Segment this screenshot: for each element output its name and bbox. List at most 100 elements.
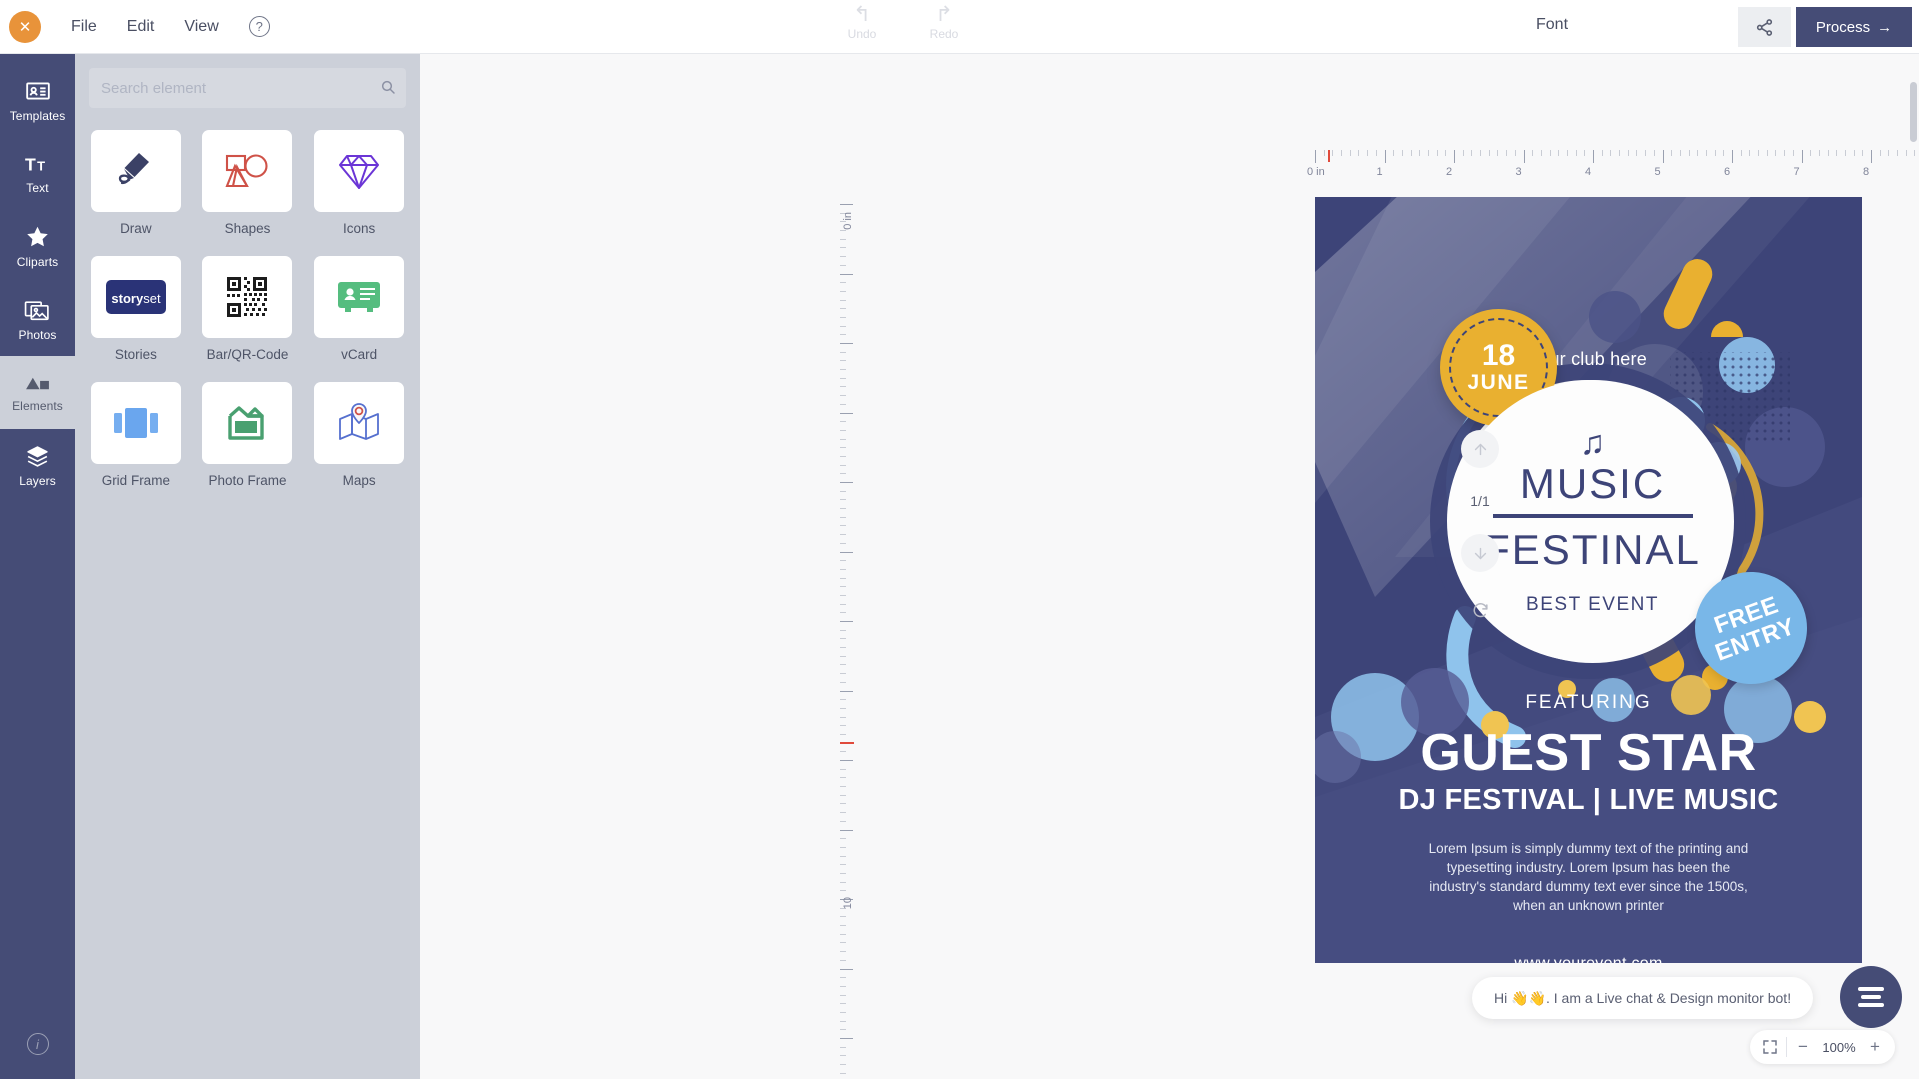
ruler-label: 3 [1515,166,1522,178]
poster-featuring[interactable]: FEATURING [1315,692,1862,714]
help-icon[interactable]: ? [248,16,270,37]
ruler-minor-tick [840,872,846,874]
element-thumb [202,382,293,464]
poster-subtitle[interactable]: DJ FESTIVAL | LIVE MUSIC [1315,784,1862,817]
poster-website[interactable]: www.yourevent.com [1315,955,1862,963]
poster-club-text[interactable]: your club here [1315,349,1862,370]
ruler-minor-tick [840,534,846,536]
sidebar-item-layers[interactable]: Layers [0,429,75,502]
refresh-icon [1473,603,1488,618]
ruler-tick [1732,150,1733,163]
ruler-minor-tick [840,334,846,336]
poster-title-music[interactable]: MUSIC [1520,460,1665,508]
page-down-button[interactable] [1461,534,1499,572]
zoom-out-button[interactable]: − [1787,1031,1819,1063]
undo-button[interactable]: ↰ Undo [838,4,886,42]
info-icon[interactable]: i [26,1033,49,1055]
ruler-minor-tick [1619,150,1621,156]
ruler-minor-tick [840,803,846,805]
photo-frame-icon [228,406,265,440]
ruler-minor-tick [840,933,846,935]
sidebar-item-cliparts[interactable]: Cliparts [0,210,75,283]
sidebar-item-label: Layers [19,473,56,488]
ruler-minor-tick [840,421,846,423]
element-card-barqrcode[interactable]: Bar/QR-Code [201,256,295,376]
ruler-minor-tick [1584,150,1586,156]
menu-edit[interactable]: Edit [127,18,155,36]
ruler-minor-tick [840,308,846,310]
vertical-scrollbar-thumb[interactable] [1910,82,1917,142]
element-thumb [90,382,181,464]
ruler-minor-tick [840,751,846,753]
search-icon[interactable] [380,79,396,95]
zoom-level-value[interactable]: 100% [1819,1040,1859,1055]
page-up-button[interactable] [1461,430,1499,468]
sidebar-item-elements[interactable]: Elements [0,342,75,443]
poster-lorem[interactable]: Lorem Ipsum is simply dummy text of the … [1424,839,1754,915]
share-icon [1756,18,1773,36]
ruler-minor-tick [1792,150,1794,156]
music-note-icon: ♫ [1579,423,1606,462]
search-input[interactable] [101,79,381,97]
sidebar-item-templates[interactable]: Templates [0,64,75,137]
svg-text:storyset: storyset [111,291,161,306]
ruler-minor-tick [1332,150,1334,156]
element-thumb [202,130,293,212]
photos-icon [24,300,49,320]
element-card-grid-frame[interactable]: Grid Frame [89,382,183,502]
process-button[interactable]: Process → [1796,7,1912,47]
zoom-in-button[interactable]: + [1859,1031,1891,1063]
font-menu[interactable]: Font [1536,16,1568,34]
poster-guest-star[interactable]: GUEST STAR [1315,725,1862,781]
ruler-tick [1384,150,1386,163]
ruler-minor-tick [1914,150,1916,156]
ruler-minor-tick [840,360,846,362]
ruler-minor-tick [1445,150,1447,156]
redo-icon: ↱ [935,3,953,26]
menu-view[interactable]: View [184,18,218,36]
ruler-minor-tick [840,994,846,996]
ruler-minor-tick [1375,150,1377,156]
ruler-minor-tick [840,629,846,631]
element-card-icons[interactable]: Icons [312,130,406,250]
element-card-photo-frame[interactable]: Photo Frame [201,382,295,502]
element-card-draw[interactable]: Draw [89,130,183,250]
ruler-minor-tick [840,299,846,301]
fit-screen-button[interactable] [1754,1031,1786,1063]
ruler-minor-tick [840,429,846,431]
close-button[interactable]: ✕ [9,10,41,43]
sidebar-item-text[interactable]: T T Text [0,137,75,210]
ruler-minor-tick [840,985,846,987]
search-element-box[interactable] [89,68,406,108]
ruler-minor-tick [840,455,846,457]
ruler-label: 1 [1376,166,1383,178]
ruler-minor-tick [840,716,846,718]
share-button[interactable] [1738,7,1791,47]
ruler-minor-tick [840,846,846,848]
ruler-minor-tick [1810,150,1812,156]
ruler-minor-tick [840,230,846,232]
ruler-minor-tick [840,1020,846,1022]
ruler-minor-tick [1705,150,1707,156]
chat-fab-button[interactable] [1840,966,1902,1028]
element-label: Stories [114,347,157,362]
svg-text:T: T [37,159,45,174]
menu-file[interactable]: File [71,18,97,36]
poster-best-event[interactable]: BEST EVENT [1526,594,1659,616]
poster-canvas[interactable]: your club here 18 JUNE ♫ MUSIC FESTINAL … [1315,197,1862,963]
element-card-shapes[interactable]: Shapes [201,130,295,250]
element-card-maps[interactable]: Maps [312,382,406,502]
ruler-tick [840,273,853,275]
ruler-tick [840,621,853,622]
chat-message-bubble[interactable]: Hi 👋👋. I am a Live chat & Design monitor… [1472,977,1814,1019]
reset-view-button[interactable] [1471,601,1490,620]
poster-title-festival[interactable]: FESTINAL [1484,526,1701,574]
element-card-stories[interactable]: storyset Stories [89,256,183,376]
element-label: Photo Frame [208,473,287,488]
canvas-area[interactable]: 0 in 1 2 3 4 5 6 7 8 0 in 10 your club h… [420,54,1919,1079]
element-card-vcard[interactable]: vCard [312,256,406,376]
ruler-minor-tick [840,881,846,883]
ruler-tick [840,412,853,414]
ruler-minor-tick [840,403,846,405]
redo-button[interactable]: ↱ Redo [920,3,968,42]
